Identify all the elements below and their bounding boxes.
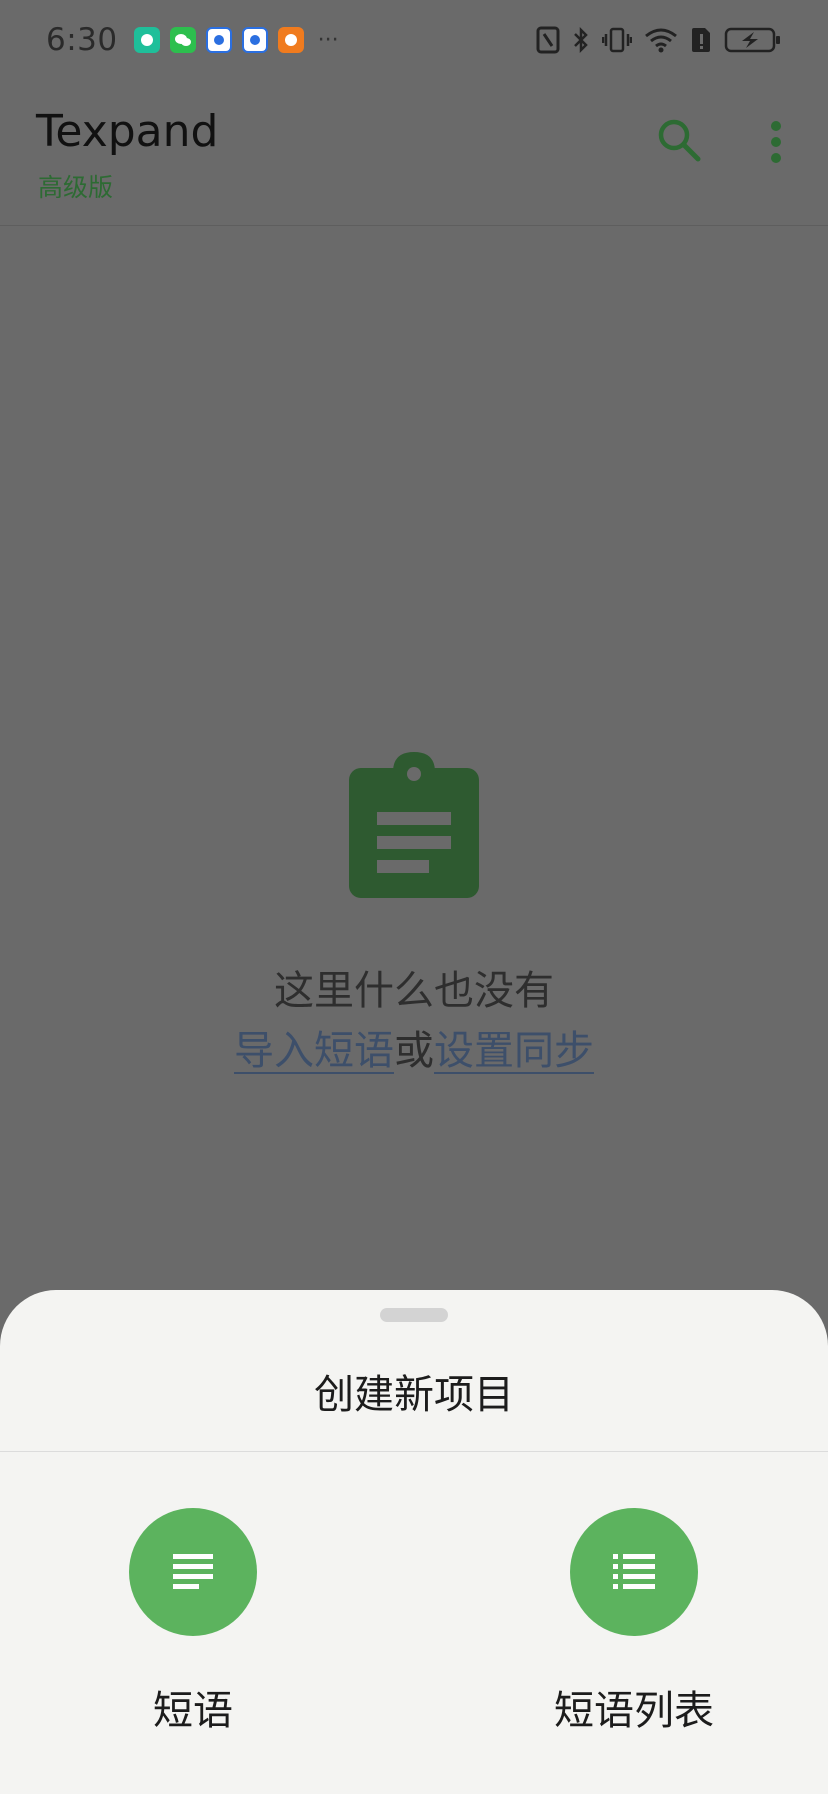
orange-app-icon bbox=[277, 27, 304, 53]
empty-message: 这里什么也没有 bbox=[274, 968, 554, 1014]
app-bar: Texpand 高级版 bbox=[0, 80, 828, 226]
battery-charging-icon bbox=[724, 27, 780, 53]
status-right bbox=[536, 26, 782, 54]
or-separator: 或 bbox=[394, 1028, 434, 1074]
phrase-label: 短语 bbox=[153, 1688, 233, 1734]
more-vert-icon[interactable] bbox=[764, 120, 788, 164]
sheet-divider bbox=[0, 1451, 828, 1452]
wifi-icon bbox=[645, 28, 677, 53]
blue-app-icon-1 bbox=[205, 27, 232, 53]
notes-icon bbox=[173, 1554, 213, 1589]
status-bar: 6:30 ··· bbox=[0, 0, 828, 80]
status-left: 6:30 ··· bbox=[46, 22, 339, 58]
vibrate-icon bbox=[602, 27, 632, 53]
sim-alert-icon bbox=[692, 28, 710, 52]
app-title: Texpand bbox=[36, 106, 219, 157]
setup-sync-link[interactable]: 设置同步 bbox=[434, 1028, 594, 1074]
sheet-drag-handle[interactable] bbox=[380, 1308, 448, 1322]
wechat-icon bbox=[169, 27, 196, 53]
import-phrases-link[interactable]: 导入短语 bbox=[234, 1028, 394, 1074]
create-phrase-button[interactable]: 短语 bbox=[63, 1508, 323, 1736]
phrase-list-label: 短语列表 bbox=[554, 1688, 714, 1734]
phrase-icon-circle[interactable] bbox=[129, 1508, 257, 1636]
list-icon bbox=[613, 1554, 655, 1589]
status-time: 6:30 bbox=[46, 22, 118, 58]
more-notifications: ··· bbox=[317, 27, 339, 53]
create-item-sheet: 创建新项目 短语 短语列表 bbox=[0, 1290, 828, 1794]
nfc-icon bbox=[536, 26, 560, 54]
clipboard-icon bbox=[349, 752, 479, 898]
sheet-title: 创建新项目 bbox=[314, 1372, 514, 1418]
search-icon[interactable] bbox=[655, 116, 703, 164]
phrase-list-icon-circle[interactable] bbox=[570, 1508, 698, 1636]
app-subtitle: 高级版 bbox=[38, 173, 114, 202]
create-phrase-list-button[interactable]: 短语列表 bbox=[504, 1508, 764, 1736]
empty-actions: 导入短语或设置同步 bbox=[0, 1018, 828, 1076]
bluetooth-icon bbox=[574, 26, 588, 54]
contacts-app-icon bbox=[133, 27, 160, 53]
blue-app-icon-2 bbox=[241, 27, 268, 53]
